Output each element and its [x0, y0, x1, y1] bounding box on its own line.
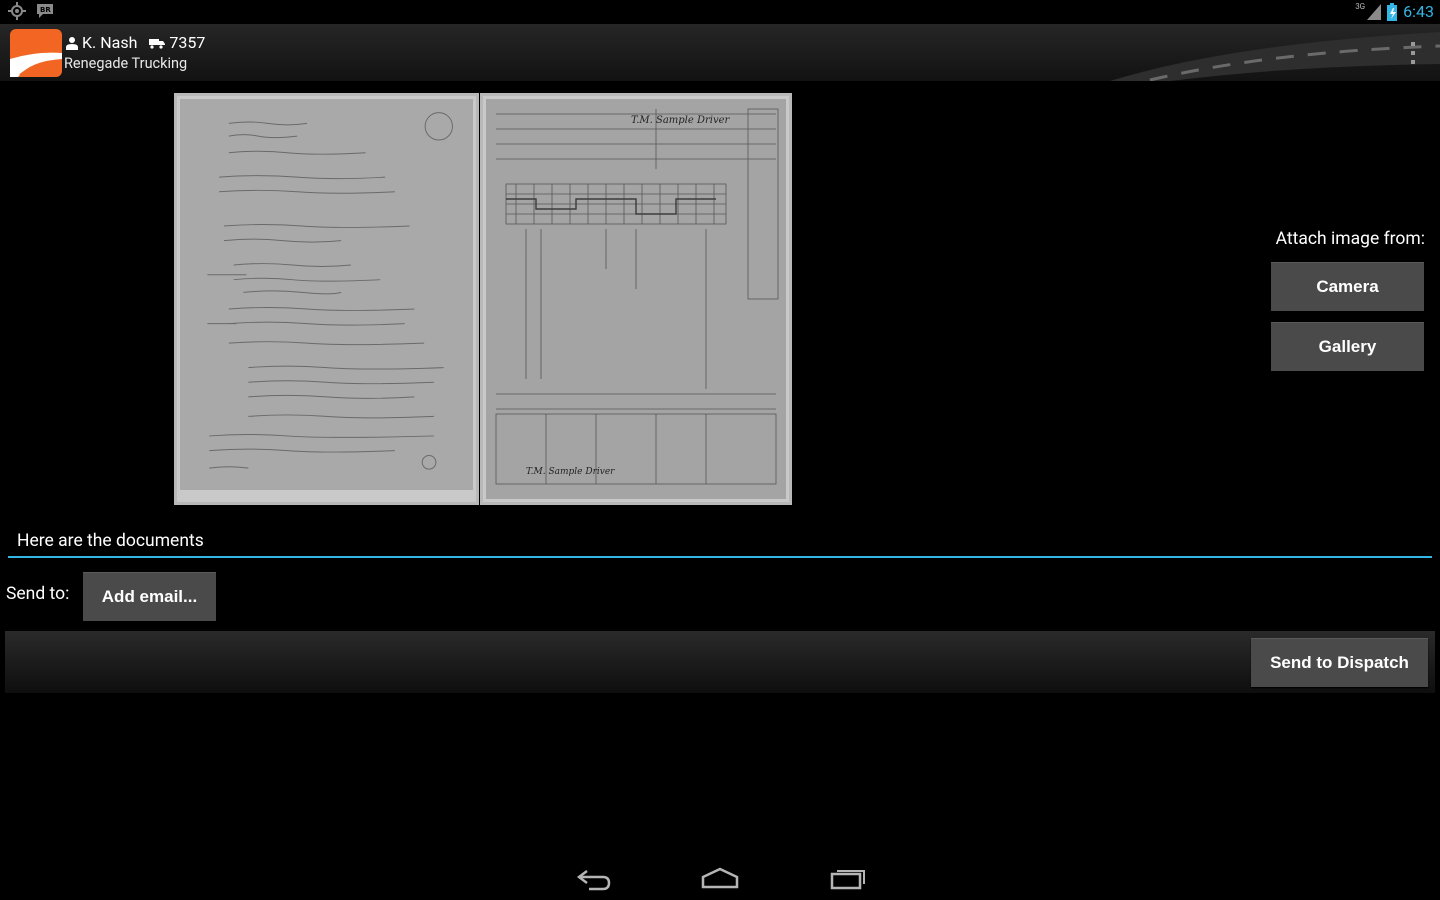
person-icon [66, 36, 78, 50]
action-bar: K. Nash 7357 Renegade Trucking [0, 24, 1440, 81]
status-bar: BR 3G 6:43 [0, 0, 1440, 24]
network-type-label: 3G [1355, 1, 1366, 11]
bottom-action-bar [5, 631, 1435, 693]
svg-text:T.M. Sample Driver: T.M. Sample Driver [631, 115, 731, 126]
send-to-label: Send to: [6, 584, 70, 604]
message-input[interactable]: Here are the documents [8, 528, 1432, 558]
camera-button[interactable]: Camera [1271, 262, 1424, 311]
driver-info: K. Nash 7357 [66, 33, 205, 52]
gps-icon [8, 2, 26, 20]
home-icon[interactable] [700, 863, 740, 891]
drivers-daily-log-image: T.M. Sample Driver T.M. Sample Driver [486, 99, 786, 499]
gallery-button[interactable]: Gallery [1271, 322, 1424, 371]
driver-name: K. Nash [82, 33, 138, 52]
app-logo[interactable] [10, 29, 62, 77]
svg-text:BR: BR [40, 6, 51, 14]
overflow-menu-icon[interactable] [1408, 40, 1418, 66]
message-input-value: Here are the documents [17, 531, 204, 551]
notification-icon: BR [37, 4, 53, 18]
back-icon[interactable] [573, 863, 613, 891]
clock: 6:43 [1403, 2, 1434, 21]
truck-icon [149, 38, 166, 49]
svg-text:T.M. Sample Driver: T.M. Sample Driver [526, 467, 615, 477]
company-name: Renegade Trucking [64, 55, 188, 72]
system-nav-bar [0, 855, 1440, 900]
add-email-button[interactable]: Add email... [83, 572, 216, 621]
road-decoration-image [1110, 32, 1440, 81]
attachment-drivers-daily-log[interactable]: T.M. Sample Driver T.M. Sample Driver [480, 93, 792, 505]
attachment-handwritten-notes[interactable] [174, 93, 479, 505]
send-to-dispatch-button[interactable]: Send to Dispatch [1251, 638, 1428, 687]
signal-icon [1367, 4, 1382, 20]
battery-icon [1387, 3, 1398, 21]
handwritten-notes-image [180, 99, 473, 490]
attach-image-label: Attach image from: [1275, 229, 1425, 249]
truck-number: 7357 [169, 33, 206, 52]
status-right-icons: 3G 6:43 [1355, 1, 1434, 23]
recent-apps-icon[interactable] [828, 863, 868, 891]
status-left-icons: BR [8, 2, 54, 20]
